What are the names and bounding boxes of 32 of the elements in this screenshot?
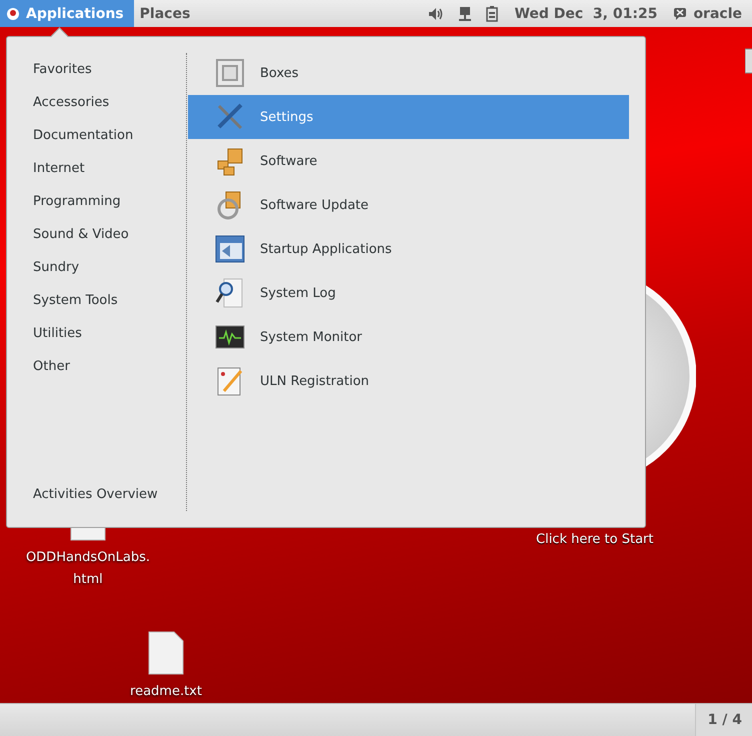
clock-label[interactable]: Wed Dec 3, 01:25 <box>504 0 668 27</box>
category-item[interactable]: Other <box>7 350 186 383</box>
category-item[interactable]: Programming <box>7 185 186 218</box>
category-item[interactable]: Documentation <box>7 119 186 152</box>
activities-overview-item[interactable]: Activities Overview <box>7 478 186 511</box>
category-item[interactable]: Accessories <box>7 86 186 119</box>
category-item[interactable]: System Tools <box>7 284 186 317</box>
category-item[interactable]: Sound & Video <box>7 218 186 251</box>
file-icon[interactable] <box>148 631 184 675</box>
file-label[interactable]: readme.txt <box>130 681 202 703</box>
volume-icon[interactable] <box>428 6 444 20</box>
network-icon[interactable] <box>458 6 472 22</box>
app-item[interactable]: Software <box>188 139 629 183</box>
app-item[interactable]: ULN Registration <box>188 359 629 403</box>
app-item[interactable]: System Monitor <box>188 315 629 359</box>
box-frame-icon <box>214 57 246 89</box>
app-item[interactable]: Startup Applications <box>188 227 629 271</box>
chat-status-icon[interactable] <box>673 6 688 20</box>
logo-icon <box>6 6 20 20</box>
app-item[interactable]: System Log <box>188 271 629 315</box>
places-menu[interactable]: Places <box>134 0 200 27</box>
file-label[interactable]: ODDHandsOnLabs. html <box>26 547 150 591</box>
battery-icon[interactable] <box>486 6 498 22</box>
category-item[interactable]: Sundry <box>7 251 186 284</box>
app-item[interactable]: Software Update <box>188 183 629 227</box>
category-item[interactable]: Favorites <box>7 53 186 86</box>
app-item[interactable]: Boxes <box>188 51 629 95</box>
user-menu[interactable]: oracle <box>693 0 752 27</box>
start-caption[interactable]: Click here to Start <box>536 532 654 547</box>
workspace-indicator[interactable]: 1 / 4 <box>694 704 752 736</box>
category-item[interactable]: Internet <box>7 152 186 185</box>
category-item[interactable]: Utilities <box>7 317 186 350</box>
